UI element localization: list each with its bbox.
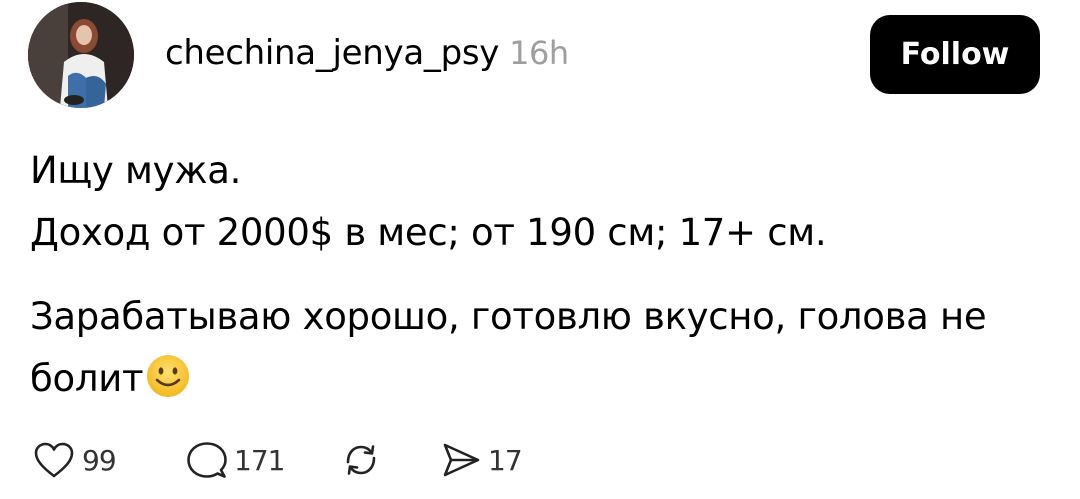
comment-icon xyxy=(187,442,227,478)
post-header: chechina_jenya_psy 16h xyxy=(165,33,569,83)
reply-button[interactable]: 171 xyxy=(186,440,340,480)
avatar-photo xyxy=(28,2,134,108)
share-count: 17 xyxy=(488,443,523,477)
heart-icon xyxy=(34,442,74,478)
username[interactable]: chechina_jenya_psy xyxy=(165,33,499,73)
post: chechina_jenya_psy 16h Follow Ищу мужа. … xyxy=(0,0,1080,499)
repost-button[interactable] xyxy=(340,440,440,480)
post-text-line: Доход от 2000$ в мес; от 190 см; 17+ см. xyxy=(30,211,827,254)
like-button[interactable]: 99 xyxy=(32,440,186,480)
avatar[interactable] xyxy=(28,2,134,108)
send-icon xyxy=(443,443,480,477)
post-text-paragraph: Зарабатываю хорошо, готовлю вкусно, голо… xyxy=(30,286,1050,410)
reply-count: 171 xyxy=(234,443,285,477)
smiling-face-icon xyxy=(145,353,191,399)
follow-button[interactable]: Follow xyxy=(870,15,1040,94)
share-button[interactable]: 17 xyxy=(440,440,523,480)
timestamp: 16h xyxy=(509,34,569,72)
post-text-line: Ищу мужа. xyxy=(30,149,242,192)
repost-icon xyxy=(346,445,376,475)
action-bar: 99 171 17 xyxy=(32,440,523,480)
like-count: 99 xyxy=(82,443,117,477)
post-body: Ищу мужа. Доход от 2000$ в мес; от 190 с… xyxy=(30,140,1050,410)
